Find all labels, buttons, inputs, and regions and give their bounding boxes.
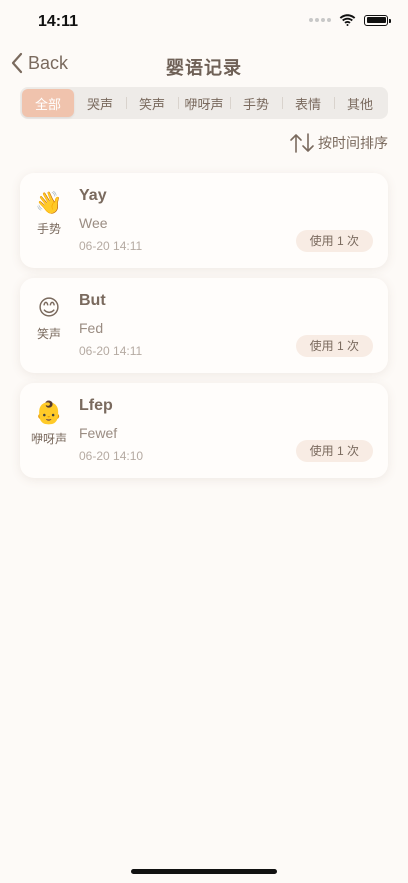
tab-all[interactable]: 全部	[22, 89, 74, 117]
sort-by-time-button[interactable]: 按时间排序	[289, 132, 388, 154]
page-title: 婴语记录	[166, 58, 242, 78]
baby-face-icon: 👶	[35, 400, 63, 425]
usage-count-badge: 使用 1 次	[295, 230, 373, 252]
status-time: 14:11	[38, 13, 79, 30]
wave-hand-icon: 👋	[35, 190, 63, 215]
sort-label: 按时间排序	[318, 135, 388, 151]
cellular-signal-icon	[309, 18, 331, 22]
battery-icon	[364, 14, 391, 26]
usage-count-badge: 使用 1 次	[295, 440, 373, 462]
tab-crying[interactable]: 哭声	[74, 89, 126, 117]
record-time: 06-20 14:10	[79, 449, 144, 463]
tab-babbling[interactable]: 咿呀声	[178, 89, 230, 117]
record-category: 咿呀声	[30, 432, 67, 446]
record-card[interactable]: 👋 手势 Yay Wee 06-20 14:11 使用 1 次	[20, 173, 388, 268]
record-time: 06-20 14:11	[79, 344, 143, 358]
record-description: Fed	[79, 320, 104, 336]
record-description: Fewef	[79, 425, 118, 441]
record-category: 手势	[36, 222, 61, 236]
usage-count-badge: 使用 1 次	[295, 335, 373, 357]
record-title: But	[79, 292, 106, 309]
record-description: Wee	[79, 215, 108, 231]
record-title: Lfep	[79, 397, 113, 414]
status-icons	[309, 14, 391, 26]
record-title: Yay	[79, 187, 107, 204]
tab-other[interactable]: 其他	[334, 89, 386, 117]
record-list: 👋 手势 Yay Wee 06-20 14:11 使用 1 次 😊 笑声 But…	[20, 173, 388, 488]
record-time: 06-20 14:11	[79, 239, 143, 253]
sort-arrows-icon	[290, 133, 314, 153]
record-card[interactable]: 😊 笑声 But Fed 06-20 14:11 使用 1 次	[20, 278, 388, 373]
wifi-icon	[339, 14, 356, 26]
home-indicator	[131, 869, 277, 874]
smiling-face-icon: 😊	[37, 295, 61, 320]
tab-laughing[interactable]: 笑声	[126, 89, 178, 117]
status-bar: 14:11	[0, 0, 408, 44]
tab-expression[interactable]: 表情	[282, 89, 334, 117]
record-card[interactable]: 👶 咿呀声 Lfep Fewef 06-20 14:10 使用 1 次	[20, 383, 388, 478]
tab-gesture[interactable]: 手势	[230, 89, 282, 117]
category-tabs: 全部 哭声 笑声 咿呀声 手势 表情 其他	[20, 87, 388, 119]
navigation-bar: Back 婴语记录	[0, 48, 408, 84]
record-category: 笑声	[36, 327, 61, 341]
